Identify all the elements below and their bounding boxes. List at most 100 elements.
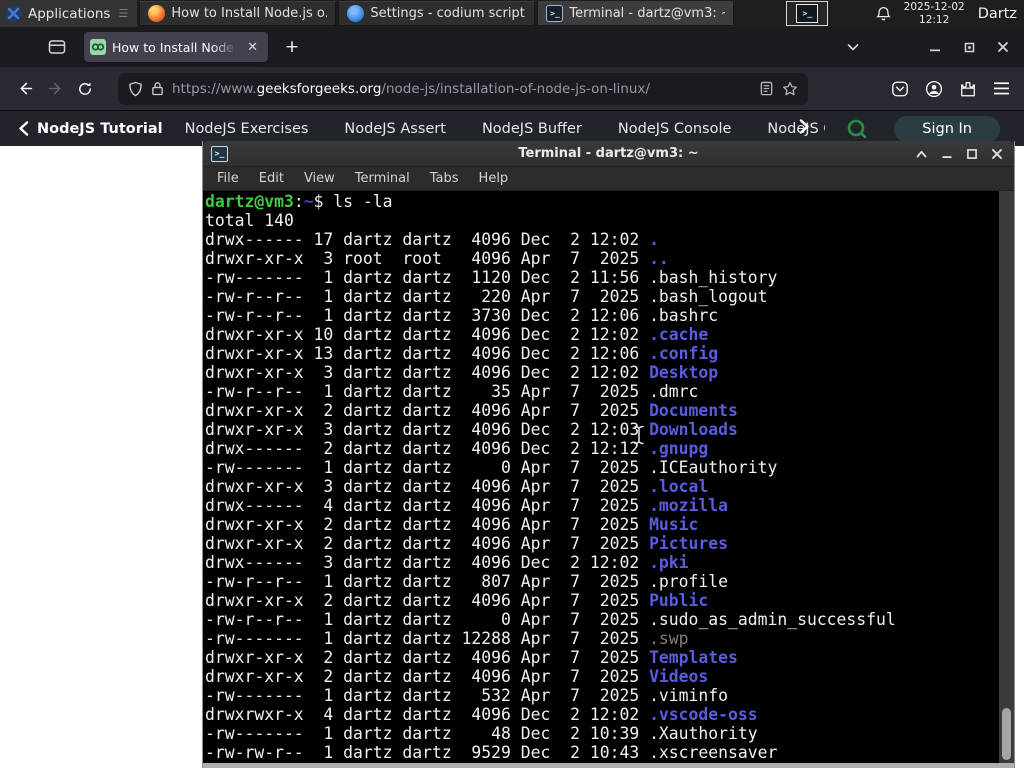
- tab-close-button[interactable]: ✕: [243, 39, 262, 56]
- prompt-command: $ ls -la: [313, 192, 393, 211]
- sign-in-button[interactable]: Sign In: [894, 115, 1000, 142]
- tray-terminal-icon[interactable]: >_: [786, 1, 829, 26]
- terminal-listing-line: drwxr-xr-x 10 dartz dartz 4096 Dec 2 12:…: [205, 325, 996, 344]
- xubuntu-logo-icon: [5, 5, 22, 22]
- nav-link-nodejs-crypto[interactable]: NodeJS Crypto: [767, 121, 824, 137]
- new-tab-button[interactable]: +: [278, 33, 306, 61]
- menu-terminal[interactable]: Terminal: [347, 169, 418, 188]
- prompt-colon: :: [293, 192, 304, 211]
- listing-meta: drwx------ 3 dartz dartz 4096 Dec 2 12:0…: [205, 553, 650, 572]
- firefox-view-button[interactable]: [42, 33, 72, 61]
- nav-link-nodejs-assert[interactable]: NodeJS Assert: [344, 121, 446, 137]
- panel-clock[interactable]: 2025-12-02 12:12: [904, 1, 965, 26]
- extensions-puzzle-icon[interactable]: [959, 80, 977, 98]
- listing-name: .xscreensaver: [649, 743, 778, 762]
- listing-meta: drwxr-xr-x 3 root root 4096 Apr 7 2025: [205, 249, 650, 268]
- search-icon[interactable]: [846, 118, 868, 140]
- listing-name: .gnupg: [649, 439, 709, 458]
- nav-scroll-right[interactable]: [799, 119, 810, 138]
- maximize-button[interactable]: [956, 34, 982, 60]
- notification-bell-icon[interactable]: [875, 6, 891, 22]
- bookmark-star-icon[interactable]: [782, 81, 798, 97]
- panel-status-area: 2025-12-02 12:12 Dartz: [875, 0, 1024, 27]
- browser-toolbar: https://www.geeksforgeeks.org/node-js/in…: [0, 67, 1024, 111]
- geeksforgeeks-favicon: [90, 39, 106, 55]
- taskbar-button[interactable]: Settings - codium script...: [338, 1, 536, 26]
- listing-meta: drwxr-xr-x 3 dartz dartz 4096 Dec 2 12:0…: [205, 420, 650, 439]
- terminal-scrollbar[interactable]: [999, 191, 1014, 763]
- firefox-icon: [148, 5, 166, 22]
- terminal-bottom-edge: [203, 763, 1014, 768]
- listing-name: Public: [649, 591, 709, 610]
- listing-name: Videos: [649, 667, 709, 686]
- listing-name: .mozilla: [649, 496, 729, 515]
- url-bar[interactable]: https://www.geeksforgeeks.org/node-js/in…: [118, 72, 808, 105]
- terminal-listing-line: drwx------ 4 dartz dartz 4096 Apr 7 2025…: [205, 496, 996, 515]
- pocket-save-icon[interactable]: [891, 80, 909, 98]
- taskbar-button[interactable]: >_ Terminal - dartz@vm3: ~: [537, 1, 735, 26]
- hamburger-menu-icon[interactable]: [993, 81, 1010, 96]
- url-host: geeksforgeeks.org: [256, 80, 382, 97]
- list-all-tabs-button[interactable]: [840, 34, 866, 60]
- listing-name: .bash_history: [649, 268, 778, 287]
- applications-label: Applications: [28, 5, 111, 22]
- menu-file[interactable]: File: [209, 169, 247, 188]
- listing-meta: drwxr-xr-x 2 dartz dartz 4096 Apr 7 2025: [205, 591, 650, 610]
- listing-name: .dmrc: [649, 382, 699, 401]
- minimize-button[interactable]: [922, 34, 948, 60]
- listing-meta: drwxr-xr-x 3 dartz dartz 4096 Apr 7 2025: [205, 477, 650, 496]
- terminal-maximize-button[interactable]: [962, 144, 981, 163]
- reader-mode-icon[interactable]: [759, 81, 774, 96]
- menu-help[interactable]: Help: [471, 169, 517, 188]
- nav-link-nodejs-buffer[interactable]: NodeJS Buffer: [482, 121, 582, 137]
- applications-menu-button[interactable]: Applications ☰: [0, 0, 138, 27]
- terminal-listing-line: -rw------- 1 dartz dartz 12288 Apr 7 202…: [205, 629, 996, 648]
- desktop: Applications ☰ How to Install Node.js o.…: [0, 0, 1024, 768]
- listing-name: .sudo_as_admin_successful: [649, 610, 896, 629]
- clock-date: 2025-12-02: [903, 1, 965, 14]
- listing-name: ..: [649, 249, 669, 268]
- terminal-listing-line: -rw-r--r-- 1 dartz dartz 0 Apr 7 2025 .s…: [205, 610, 996, 629]
- terminal-prompt-line: dartz@vm3:~$ ls -la: [205, 192, 996, 211]
- account-icon[interactable]: [925, 80, 943, 98]
- terminal-listing-line: drwxr-xr-x 2 dartz dartz 4096 Apr 7 2025…: [205, 515, 996, 534]
- terminal-minimize-button[interactable]: [937, 144, 956, 163]
- listing-name: Desktop: [649, 363, 719, 382]
- listing-meta: drwx------ 2 dartz dartz 4096 Dec 2 12:1…: [205, 439, 650, 458]
- terminal-close-button[interactable]: [987, 144, 1006, 163]
- toolbar-right-cluster: [891, 80, 1014, 98]
- chevron-right-icon: [799, 119, 809, 134]
- listing-meta: -rw-r--r-- 1 dartz dartz 0 Apr 7 2025: [205, 610, 650, 629]
- listing-name: Templates: [649, 648, 738, 667]
- menu-view[interactable]: View: [296, 169, 343, 188]
- shade-button[interactable]: [912, 144, 931, 163]
- listing-name: Documents: [649, 401, 738, 420]
- taskbar-button-label: Settings - codium script...: [370, 6, 527, 21]
- close-button[interactable]: [990, 34, 1016, 60]
- back-button[interactable]: [10, 74, 40, 104]
- nav-back-tutorial[interactable]: NodeJS Tutorial: [18, 121, 163, 137]
- listing-meta: drwxrwxr-x 4 dartz dartz 4096 Dec 2 12:0…: [205, 705, 650, 724]
- chevron-left-icon: [19, 121, 29, 136]
- listing-name: .vscode-oss: [649, 705, 758, 724]
- terminal-listing-line: drwx------ 17 dartz dartz 4096 Dec 2 12:…: [205, 230, 996, 249]
- taskbar-button[interactable]: How to Install Node.js o...: [139, 1, 337, 26]
- browser-tab-active[interactable]: How to Install Node.js on ✕: [84, 32, 268, 62]
- listing-meta: drwxr-xr-x 13 dartz dartz 4096 Dec 2 12:…: [205, 344, 650, 363]
- forward-button[interactable]: [40, 74, 70, 104]
- terminal-glyph-icon: >_: [796, 4, 819, 23]
- reload-button[interactable]: [70, 74, 100, 104]
- scrollbar-thumb[interactable]: [1002, 708, 1011, 760]
- taskbar: How to Install Node.js o... Settings - co…: [137, 0, 735, 27]
- nav-link-nodejs-console[interactable]: NodeJS Console: [618, 121, 732, 137]
- menu-tabs[interactable]: Tabs: [422, 169, 467, 188]
- listing-meta: drwx------ 4 dartz dartz 4096 Apr 7 2025: [205, 496, 650, 515]
- firefox-view-icon: [48, 40, 66, 54]
- terminal-title-bar[interactable]: >_ Terminal - dartz@vm3: ~: [203, 141, 1014, 167]
- listing-meta: drwxr-xr-x 2 dartz dartz 4096 Apr 7 2025: [205, 648, 650, 667]
- username-label: Dartz: [977, 5, 1017, 22]
- terminal-listing-line: -rw------- 1 dartz dartz 48 Dec 2 10:39 …: [205, 724, 996, 743]
- menu-edit[interactable]: Edit: [251, 169, 292, 188]
- nav-link-nodejs-exercises[interactable]: NodeJS Exercises: [185, 121, 309, 137]
- terminal-body[interactable]: dartz@vm3:~$ ls -la total 140 drwx------ 1…: [203, 191, 1014, 763]
